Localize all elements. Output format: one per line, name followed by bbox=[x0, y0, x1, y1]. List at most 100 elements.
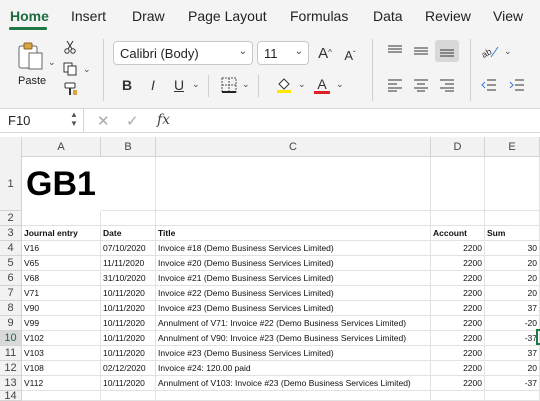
align-middle-icon[interactable] bbox=[412, 43, 430, 59]
table-cell-account[interactable]: 2200 bbox=[431, 271, 485, 286]
align-left-icon[interactable] bbox=[386, 77, 404, 93]
table-cell-account[interactable]: 2200 bbox=[431, 256, 485, 271]
tab-home[interactable]: Home bbox=[10, 8, 49, 24]
underline-dropdown-icon[interactable]: ⌄ bbox=[192, 79, 200, 90]
empty-cell[interactable] bbox=[101, 211, 156, 226]
table-cell-account[interactable]: 2200 bbox=[431, 316, 485, 331]
row-header-2[interactable]: 2 bbox=[0, 211, 22, 226]
name-box[interactable]: F10 ▲ ▼ bbox=[0, 109, 84, 132]
table-cell-title[interactable]: Annulment of V103: Invoice #23 (Demo Bus… bbox=[156, 376, 431, 391]
column-header-b[interactable]: B bbox=[101, 137, 156, 157]
table-cell-journal[interactable]: V112 bbox=[22, 376, 101, 391]
tab-review[interactable]: Review bbox=[425, 8, 471, 24]
empty-cell[interactable] bbox=[485, 211, 540, 226]
empty-cell[interactable] bbox=[431, 391, 485, 401]
shrink-font-icon[interactable]: Aˇ bbox=[340, 45, 360, 65]
table-cell-date[interactable]: 31/10/2020 bbox=[101, 271, 156, 286]
align-bottom-icon[interactable] bbox=[435, 40, 459, 62]
format-painter-icon[interactable] bbox=[62, 81, 80, 97]
row-header-3[interactable]: 3 bbox=[0, 226, 22, 241]
header-cell-account[interactable]: Account bbox=[431, 226, 485, 241]
table-cell-journal[interactable]: V90 bbox=[22, 301, 101, 316]
empty-cell[interactable] bbox=[101, 157, 156, 211]
row-header-9[interactable]: 9 bbox=[0, 316, 22, 331]
header-cell-sum[interactable]: Sum bbox=[485, 226, 540, 241]
table-cell-journal[interactable]: V102 bbox=[22, 331, 101, 346]
tab-draw[interactable]: Draw bbox=[132, 8, 165, 24]
row-header-12[interactable]: 12 bbox=[0, 361, 22, 376]
table-cell-date[interactable]: 10/11/2020 bbox=[101, 331, 156, 346]
decrease-indent-icon[interactable] bbox=[480, 77, 498, 93]
table-cell-account[interactable]: 2200 bbox=[431, 331, 485, 346]
table-cell-journal[interactable]: V99 bbox=[22, 316, 101, 331]
table-cell-journal[interactable]: V16 bbox=[22, 241, 101, 256]
empty-cell[interactable] bbox=[485, 391, 540, 401]
table-cell-sum[interactable]: 20 bbox=[485, 361, 540, 376]
enter-icon[interactable]: ✓ bbox=[126, 112, 139, 130]
table-cell-sum[interactable]: -37 bbox=[485, 331, 540, 346]
table-cell-journal[interactable]: V108 bbox=[22, 361, 101, 376]
table-cell-account[interactable]: 2200 bbox=[431, 361, 485, 376]
table-cell-date[interactable]: 10/11/2020 bbox=[101, 286, 156, 301]
table-cell-journal[interactable]: V68 bbox=[22, 271, 101, 286]
row-header-8[interactable]: 8 bbox=[0, 301, 22, 316]
column-header-e[interactable]: E bbox=[485, 137, 540, 157]
column-header-d[interactable]: D bbox=[431, 137, 485, 157]
row-header-5[interactable]: 5 bbox=[0, 256, 22, 271]
tab-insert[interactable]: Insert bbox=[71, 8, 106, 24]
table-cell-title[interactable]: Invoice #23 (Demo Business Services Limi… bbox=[156, 301, 431, 316]
align-top-icon[interactable] bbox=[386, 43, 404, 59]
table-cell-title[interactable]: Invoice #24: 120.00 paid bbox=[156, 361, 431, 376]
table-cell-title[interactable]: Invoice #20 (Demo Business Services Limi… bbox=[156, 256, 431, 271]
tab-page-layout[interactable]: Page Layout bbox=[188, 8, 267, 24]
row-header-7[interactable]: 7 bbox=[0, 286, 22, 301]
header-cell-date[interactable]: Date bbox=[101, 226, 156, 241]
empty-cell[interactable] bbox=[431, 157, 485, 211]
table-cell-title[interactable]: Invoice #21 (Demo Business Services Limi… bbox=[156, 271, 431, 286]
underline-button[interactable]: U bbox=[170, 75, 188, 95]
table-cell-sum[interactable]: 30 bbox=[485, 241, 540, 256]
row-header-1[interactable]: 1 bbox=[0, 157, 22, 211]
table-cell-title[interactable]: Invoice #23 (Demo Business Services Limi… bbox=[156, 346, 431, 361]
table-cell-account[interactable]: 2200 bbox=[431, 241, 485, 256]
table-cell-date[interactable]: 02/12/2020 bbox=[101, 361, 156, 376]
name-box-stepper-icon[interactable]: ▲ ▼ bbox=[70, 110, 78, 128]
worksheet-grid[interactable]: ABCDE 1 2 3 4 5 6 7 8 9 10 11 12 13 14 Journal entry D… bbox=[0, 137, 540, 401]
row-header-4[interactable]: 4 bbox=[0, 241, 22, 256]
empty-cell[interactable] bbox=[156, 157, 431, 211]
header-cell-journal[interactable]: Journal entry bbox=[22, 226, 101, 241]
header-cell-title[interactable]: Title bbox=[156, 226, 431, 241]
row-header-10[interactable]: 10 bbox=[0, 331, 22, 346]
table-cell-account[interactable]: 2200 bbox=[431, 376, 485, 391]
borders-icon[interactable] bbox=[220, 76, 238, 94]
grow-font-icon[interactable]: A ^ bbox=[314, 43, 336, 63]
fill-color-icon[interactable] bbox=[274, 75, 294, 95]
row-header-6[interactable]: 6 bbox=[0, 271, 22, 286]
table-cell-account[interactable]: 2200 bbox=[431, 346, 485, 361]
cut-icon[interactable] bbox=[62, 39, 78, 55]
column-header-a[interactable]: A bbox=[22, 137, 101, 157]
table-cell-sum[interactable]: 37 bbox=[485, 346, 540, 361]
font-color-dropdown-icon[interactable]: ⌄ bbox=[336, 79, 344, 90]
empty-cell[interactable] bbox=[431, 211, 485, 226]
align-center-icon[interactable] bbox=[412, 77, 430, 93]
empty-cell[interactable] bbox=[22, 391, 101, 401]
column-header-c[interactable]: C bbox=[156, 137, 431, 157]
copy-icon[interactable] bbox=[62, 61, 78, 77]
paste-icon[interactable] bbox=[14, 41, 46, 71]
borders-dropdown-icon[interactable]: ⌄ bbox=[242, 79, 250, 90]
table-cell-title[interactable]: Annulment of V71: Invoice #22 (Demo Busi… bbox=[156, 316, 431, 331]
font-name-select[interactable]: Calibri (Body) ⌄ bbox=[113, 41, 253, 65]
tab-view[interactable]: View bbox=[493, 8, 523, 24]
table-cell-date[interactable]: 10/11/2020 bbox=[101, 376, 156, 391]
table-cell-title[interactable]: Annulment of V90: Invoice #23 (Demo Busi… bbox=[156, 331, 431, 346]
row-header-14[interactable]: 14 bbox=[0, 390, 22, 401]
table-cell-sum[interactable]: -20 bbox=[485, 316, 540, 331]
empty-cell[interactable] bbox=[156, 391, 431, 401]
table-cell-account[interactable]: 2200 bbox=[431, 286, 485, 301]
fill-color-dropdown-icon[interactable]: ⌄ bbox=[298, 79, 306, 90]
font-color-icon[interactable]: A bbox=[312, 75, 332, 95]
table-cell-date[interactable]: 10/11/2020 bbox=[101, 301, 156, 316]
table-cell-journal[interactable]: V71 bbox=[22, 286, 101, 301]
sheet-title-cell[interactable]: GB1 bbox=[22, 158, 102, 211]
